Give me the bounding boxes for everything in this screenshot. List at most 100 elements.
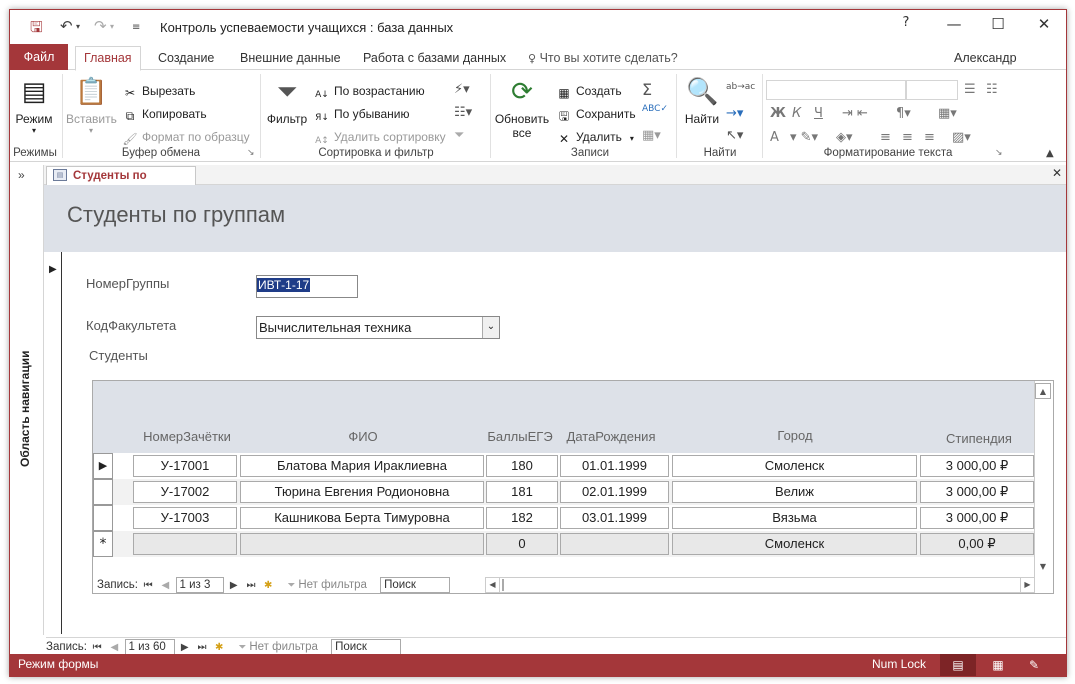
scroll-down-icon[interactable]: ▼	[1035, 559, 1051, 575]
close-document-icon[interactable]: ✕	[1052, 166, 1062, 180]
column-header[interactable]: БаллыЕГЭ	[485, 429, 555, 444]
replace-icon[interactable]: ab→ac	[726, 82, 755, 92]
record-selector[interactable]: ▶	[44, 252, 62, 634]
filter-status[interactable]: Нет фильтра	[298, 579, 367, 591]
record-position-field[interactable]: 1 из 60	[124, 639, 175, 655]
fill-color-icon[interactable]: ◈▾	[836, 130, 853, 145]
table-cell[interactable]	[560, 533, 669, 555]
table-cell[interactable]: 3 000,00 ₽	[920, 481, 1034, 503]
cut-button[interactable]: ✂ Вырезать	[122, 84, 195, 100]
nav-pane-toggle[interactable]: »	[18, 168, 25, 182]
refresh-all-button[interactable]: ⟳ Обновить все	[492, 76, 552, 140]
underline-button[interactable]: Ч	[814, 106, 823, 121]
table-cell[interactable]: Блатова Мария Ираклиевна	[240, 455, 484, 477]
table-cell[interactable]: У-17001	[133, 455, 237, 477]
table-cell[interactable]: 01.01.1999	[560, 455, 669, 477]
save-icon[interactable]: 🖫	[30, 17, 43, 42]
font-color-button[interactable]: A	[770, 130, 779, 145]
sort-descending-button[interactable]: Я↓ По убыванию	[314, 107, 409, 125]
collapse-ribbon-icon[interactable]: ▲	[1046, 148, 1054, 159]
last-record-icon[interactable]: ⏭	[244, 580, 258, 591]
redo-icon[interactable]: ↷	[94, 17, 107, 35]
align-right-icon[interactable]: ≡	[924, 130, 935, 145]
redo-dropdown-icon[interactable]: ▾	[110, 22, 114, 31]
dialog-launcher-icon[interactable]: ↘	[247, 148, 255, 158]
table-cell[interactable]: 0	[486, 533, 558, 555]
table-cell[interactable]: Кашникова Берта Тимуровна	[240, 507, 484, 529]
first-record-icon[interactable]: ⏮	[141, 580, 155, 591]
prev-record-icon[interactable]: ◀	[158, 580, 172, 591]
nav-pane-label[interactable]: Область навигации	[18, 351, 32, 467]
group-number-field[interactable]: ИВТ-1-17	[256, 275, 358, 298]
font-size-combo[interactable]	[906, 80, 958, 100]
students-subform[interactable]: НомерЗачётки ФИО БаллыЕГЭ ДатаРождения Г…	[92, 380, 1054, 594]
first-record-icon[interactable]: ⏮	[90, 642, 104, 653]
paste-button[interactable]: 📋 Вставить ▾	[66, 76, 117, 135]
table-cell[interactable]: Вязьма	[672, 507, 917, 529]
tab-database-tools[interactable]: Работа с базами данных	[355, 48, 514, 70]
save-record-button[interactable]: 🖫 Сохранить	[556, 107, 636, 123]
new-record-button[interactable]: ▦ Создать	[556, 84, 621, 100]
maximize-button[interactable]: ☐	[986, 15, 1010, 37]
spelling-icon[interactable]: ABC✓	[642, 104, 668, 114]
record-position-field[interactable]: 1 из 3	[175, 577, 224, 593]
table-cell[interactable]: 02.01.1999	[560, 481, 669, 503]
prev-record-icon[interactable]: ◀	[107, 642, 121, 653]
no-filter-icon[interactable]: ⏷	[284, 580, 298, 591]
scroll-right-icon[interactable]: ▶	[1020, 577, 1034, 593]
design-view-icon[interactable]: ✎	[1022, 654, 1046, 676]
close-button[interactable]: ✕	[1032, 15, 1056, 37]
new-record-icon[interactable]: ✱	[212, 642, 226, 653]
doc-tab-students-by-group[interactable]: ▤ Студенты по группам	[46, 166, 196, 200]
chevron-down-icon[interactable]: ⌄	[482, 317, 499, 338]
new-record-row[interactable]: * 0 Смоленск 0,00 ₽	[93, 531, 1034, 557]
column-header[interactable]: ФИО	[243, 429, 483, 444]
search-input[interactable]: Поиск	[331, 639, 402, 655]
new-record-icon[interactable]: ✱	[261, 580, 275, 591]
next-record-icon[interactable]: ▶	[227, 580, 241, 591]
row-selector[interactable]	[93, 479, 113, 505]
more-records-icon[interactable]: ▦▾	[642, 128, 661, 143]
filter-button[interactable]: ⏷ Фильтр	[264, 76, 310, 126]
table-cell[interactable]: У-17002	[133, 481, 237, 503]
navigation-pane[interactable]: » Область навигации	[10, 165, 44, 635]
table-cell[interactable]: Велиж	[672, 481, 917, 503]
tell-me-box[interactable]: ♀ Что вы хотите сделать?	[520, 48, 686, 70]
table-cell[interactable]: 181	[486, 481, 558, 503]
layout-view-icon[interactable]: ▦	[986, 654, 1010, 676]
align-left-icon[interactable]: ≡	[880, 130, 891, 145]
tab-external-data[interactable]: Внешние данные	[232, 48, 349, 70]
form-view-icon[interactable]: ▤	[940, 654, 976, 676]
toggle-filter-icon[interactable]: ⏷	[454, 128, 464, 143]
table-row[interactable]: У-17002 Тюрина Евгения Родионовна 181 02…	[93, 479, 1034, 505]
undo-dropdown-icon[interactable]: ▾	[76, 22, 80, 31]
gridlines-icon[interactable]: ▦▾	[938, 106, 957, 121]
numbering-icon[interactable]: ☷	[986, 82, 998, 97]
bold-button[interactable]: Ж	[770, 106, 786, 121]
next-record-icon[interactable]: ▶	[178, 642, 192, 653]
table-cell[interactable]	[240, 533, 484, 555]
scroll-left-icon[interactable]: ◀	[486, 577, 500, 593]
remove-sort-button[interactable]: A↕ Удалить сортировку	[314, 130, 446, 148]
table-cell[interactable]: 3 000,00 ₽	[920, 455, 1034, 477]
tab-create[interactable]: Создание	[150, 48, 222, 70]
table-cell[interactable]: Тюрина Евгения Родионовна	[240, 481, 484, 503]
new-row-selector[interactable]: *	[93, 531, 113, 557]
italic-button[interactable]: К	[792, 106, 801, 121]
last-record-icon[interactable]: ⏭	[195, 642, 209, 653]
table-cell[interactable]: 03.01.1999	[560, 507, 669, 529]
column-header[interactable]: Стипендия	[921, 431, 1037, 446]
selection-filter-icon[interactable]: ⚡▾	[454, 82, 470, 97]
view-button[interactable]: ▤ Режим ▾	[12, 76, 56, 135]
goto-icon[interactable]: →▾	[726, 106, 743, 121]
table-row[interactable]: ▶ У-17001 Блатова Мария Ираклиевна 180 0…	[93, 453, 1034, 479]
delete-record-button[interactable]: ✕ Удалить ▾	[556, 130, 634, 146]
scroll-up-icon[interactable]: ▲	[1035, 383, 1051, 399]
search-input[interactable]: Поиск	[380, 577, 451, 593]
help-button[interactable]: ?	[894, 15, 918, 37]
faculty-combo[interactable]: Вычислительная техника ⌄	[256, 316, 500, 339]
bullets-icon[interactable]: ☰	[964, 82, 976, 97]
table-cell[interactable]: У-17003	[133, 507, 237, 529]
sort-ascending-button[interactable]: A↓ По возрастанию	[314, 84, 425, 102]
minimize-button[interactable]: —	[942, 15, 966, 37]
